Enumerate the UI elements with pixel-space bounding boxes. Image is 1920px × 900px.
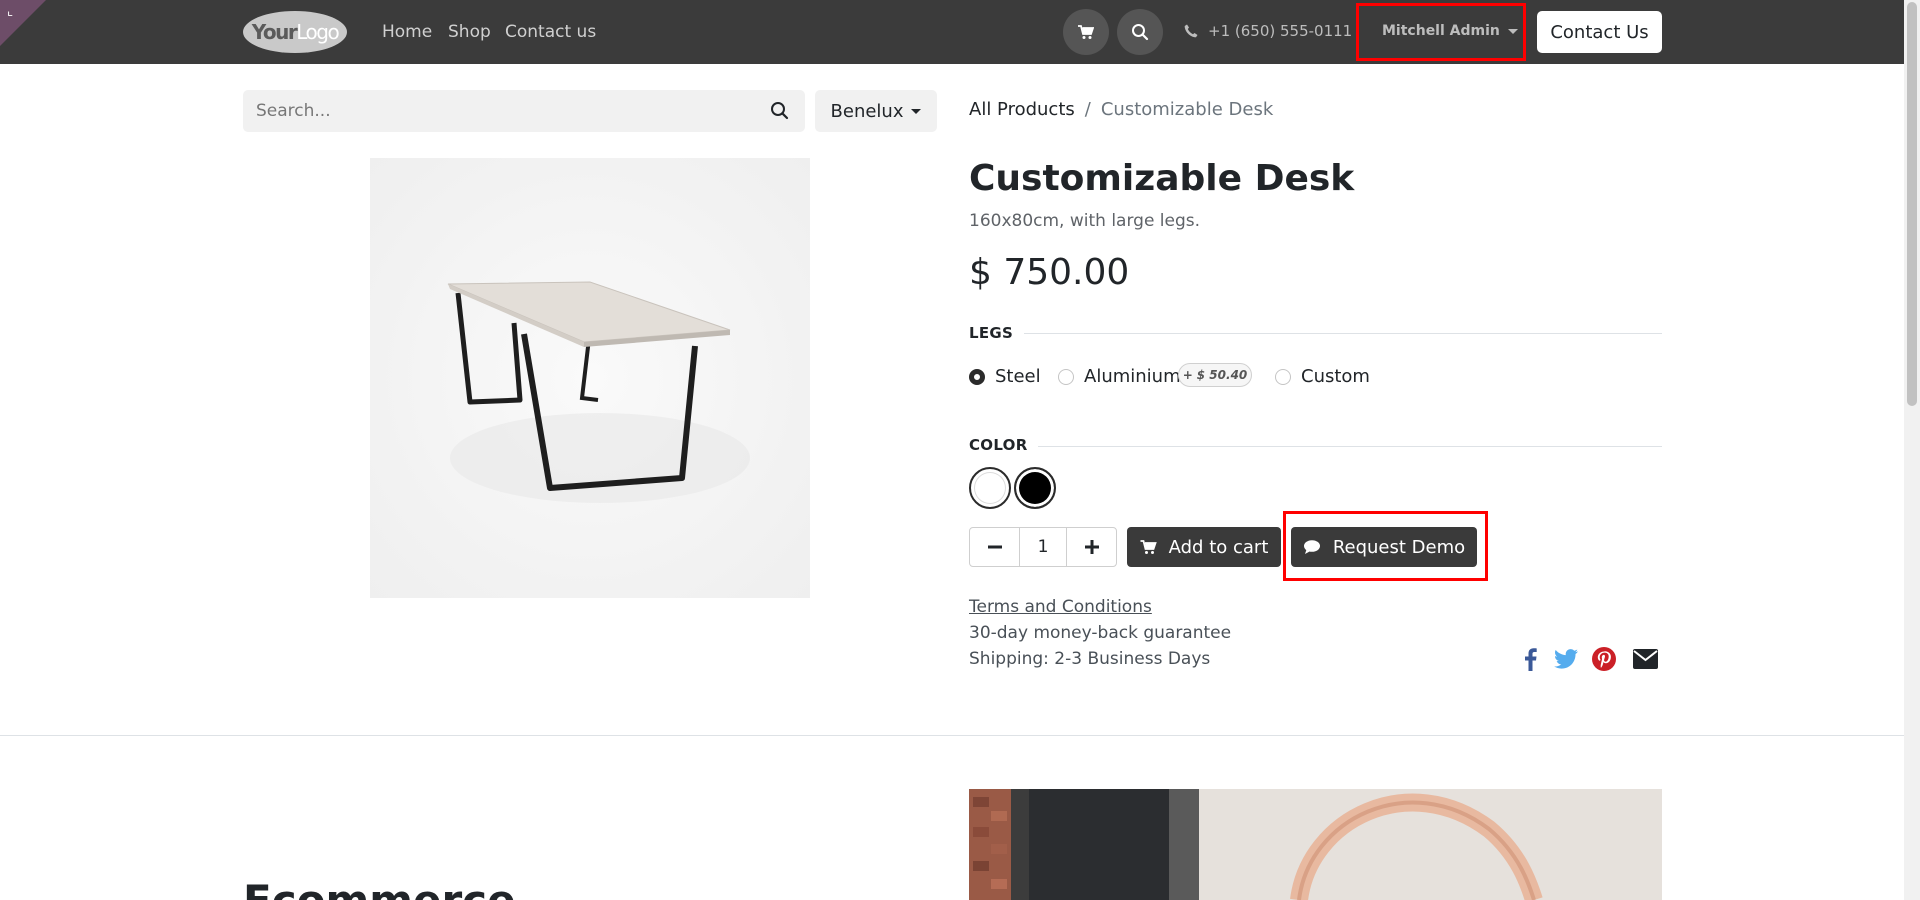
product-title: Customizable Desk: [969, 158, 1355, 199]
product-price: $ 750.00: [969, 252, 1130, 293]
email-share[interactable]: [1632, 645, 1658, 673]
corner-arrow-icon[interactable]: ⌞: [7, 5, 13, 18]
attribute-legs-label: LEGS: [969, 324, 1014, 342]
search-submit-icon[interactable]: [770, 101, 789, 120]
breadcrumb-current: Customizable Desk: [1100, 99, 1274, 120]
radio-unchecked[interactable]: [1058, 368, 1074, 385]
add-to-cart-label: Add to cart: [1168, 536, 1269, 558]
quantity-stepper: [969, 527, 1117, 567]
scrollbar-thumb[interactable]: [1907, 2, 1917, 406]
plus-icon: [1084, 540, 1099, 554]
pinterest-share[interactable]: [1592, 645, 1616, 673]
quantity-decrease-button[interactable]: [970, 528, 1019, 566]
color-swatch-black[interactable]: [1014, 467, 1056, 509]
product-description: 160x80cm, with large legs.: [969, 211, 1201, 231]
phone-icon: [1184, 24, 1198, 38]
phone-number: +1 (650) 555-0111: [1208, 22, 1353, 40]
guarantee-text: 30-day money-back guarantee: [969, 623, 1232, 643]
envelope-icon: [1632, 649, 1658, 669]
logo-text-light: Logo: [296, 20, 339, 44]
add-to-cart-button[interactable]: Add to cart: [1127, 527, 1281, 567]
radio-unchecked[interactable]: [1275, 368, 1291, 385]
breadcrumb-separator: /: [1084, 99, 1091, 120]
request-demo-highlight-box: [1283, 511, 1488, 581]
section-heading: Ecommerce: [243, 880, 516, 900]
site-logo[interactable]: Your Logo: [243, 11, 347, 53]
attribute-legs-divider: [1024, 333, 1662, 334]
pinterest-icon: [1592, 647, 1616, 671]
nav-contact-us[interactable]: Contact us: [505, 20, 596, 44]
legs-option-label: Steel: [995, 366, 1041, 387]
legs-option-steel[interactable]: Steel: [969, 366, 1041, 387]
facebook-icon: [1524, 648, 1537, 671]
legs-option-custom[interactable]: Custom: [1275, 366, 1370, 387]
pricelist-dropdown[interactable]: Benelux: [815, 90, 937, 132]
section-divider: [0, 735, 1904, 736]
bag-photo: [969, 789, 1662, 900]
cart-icon: [1078, 24, 1094, 39]
nav-shop[interactable]: Shop: [448, 20, 491, 44]
extra-price-value: $ 50.40: [1196, 368, 1248, 382]
minus-icon: [987, 545, 1002, 549]
search-input[interactable]: [243, 90, 743, 132]
phone-contact[interactable]: +1 (650) 555-0111: [1184, 22, 1352, 40]
quantity-increase-button[interactable]: [1067, 528, 1116, 566]
contact-us-button[interactable]: Contact Us: [1537, 11, 1662, 53]
logo-text-bold: Your: [251, 20, 298, 44]
breadcrumb-all-products[interactable]: All Products: [969, 99, 1075, 120]
extra-price-badge: + $ 50.40: [1178, 363, 1252, 387]
search-icon: [1132, 24, 1149, 41]
pricelist-label: Benelux: [830, 100, 904, 122]
desk-illustration: [447, 281, 750, 503]
product-search: [243, 90, 805, 132]
legs-option-label: Aluminium: [1084, 366, 1181, 387]
legs-option-aluminium[interactable]: Aluminium: [1058, 366, 1181, 387]
top-navbar: ⌞ Your Logo Home Shop Contact us +1 (650)…: [0, 0, 1904, 64]
color-swatch-white[interactable]: [969, 467, 1011, 509]
promo-image: [969, 789, 1662, 900]
quantity-input[interactable]: [1019, 528, 1067, 566]
cart-button[interactable]: [1063, 9, 1109, 55]
facebook-share[interactable]: [1522, 645, 1538, 673]
twitter-icon: [1554, 649, 1578, 669]
legs-option-label: Custom: [1301, 366, 1370, 387]
cart-icon: [1140, 539, 1157, 554]
attribute-color-divider: [1038, 446, 1662, 447]
shipping-text: Shipping: 2-3 Business Days: [969, 649, 1211, 669]
search-toggle-button[interactable]: [1117, 9, 1163, 55]
nav-home[interactable]: Home: [382, 20, 432, 44]
radio-checked[interactable]: [969, 368, 985, 385]
caret-down-icon: [911, 108, 922, 114]
terms-and-conditions-link[interactable]: Terms and Conditions: [969, 597, 1152, 617]
breadcrumb: All Products / Customizable Desk: [969, 99, 1273, 120]
extra-price-sign: +: [1182, 368, 1193, 382]
user-menu-highlight-box: [1356, 3, 1526, 61]
product-image[interactable]: [370, 158, 810, 598]
twitter-share[interactable]: [1553, 645, 1579, 673]
attribute-color-label: COLOR: [969, 436, 1028, 454]
